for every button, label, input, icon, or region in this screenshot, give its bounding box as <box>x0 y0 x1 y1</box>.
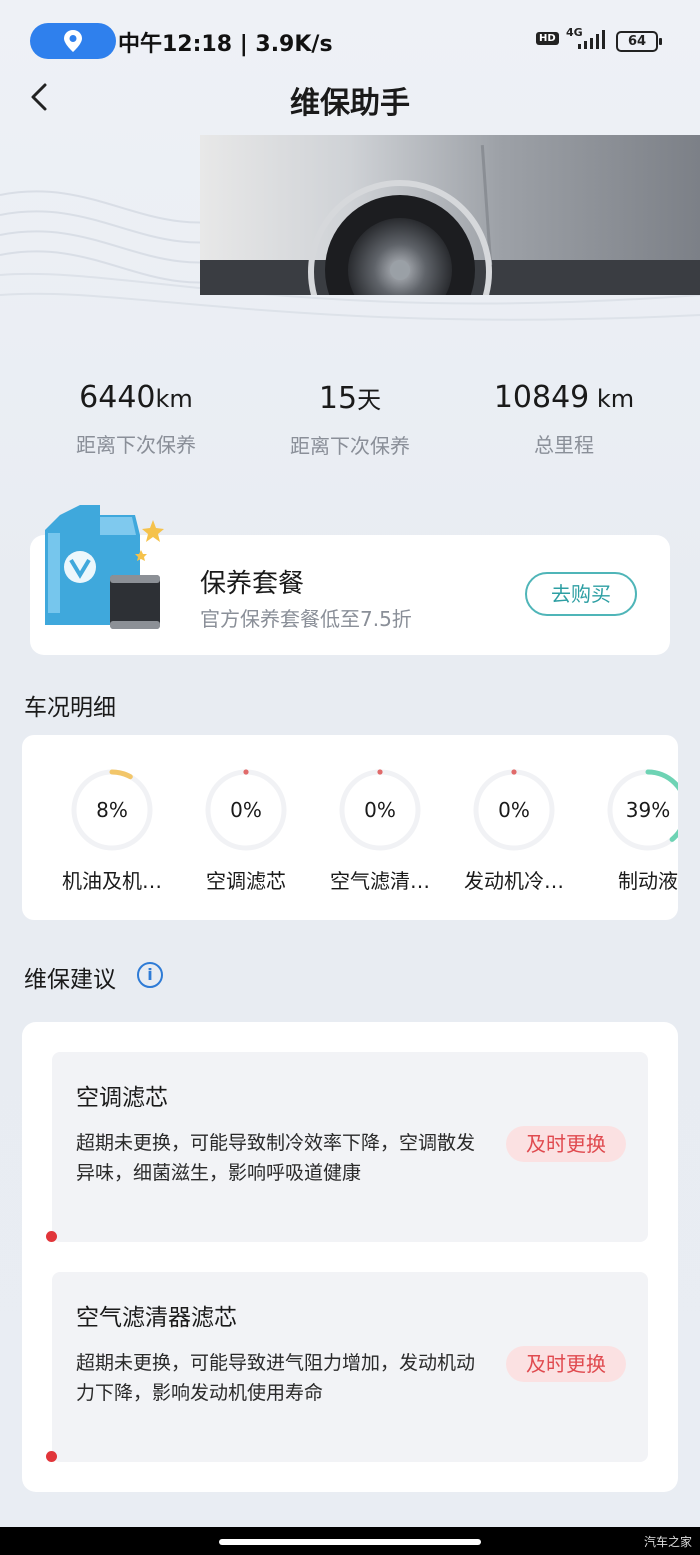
condition-section-title: 车况明细 <box>24 695 116 721</box>
suggestion-item[interactable]: 空调滤芯 超期未更换，可能导致制冷效率下降，空调散发异味，细菌滋生，影响呼吸道健… <box>46 1052 648 1242</box>
navigation-bar: 汽车之家 <box>0 1527 700 1555</box>
battery-icon: 64 <box>616 31 662 52</box>
stat-label: 距离下次保养 <box>290 434 410 458</box>
watermark: 汽车之家 <box>643 1535 692 1549</box>
gauge-percent: 39% <box>625 798 671 822</box>
status-time: 中午12:18 | 3.9K/s <box>118 32 333 57</box>
alert-dot <box>46 1231 57 1242</box>
replace-now-tag: 及时更换 <box>506 1126 626 1162</box>
gauge-label: 制动液 <box>618 869 678 893</box>
stat-total-mileage: 10849 km 总里程 <box>464 380 664 458</box>
gauge-percent: 0% <box>364 798 396 822</box>
hero-banner <box>0 135 700 325</box>
location-indicator <box>30 23 116 59</box>
signal-icon <box>578 30 605 49</box>
status-bar: 中午12:18 | 3.9K/s HD 4G 64 <box>0 0 700 80</box>
stat-unit: km <box>155 385 193 413</box>
replace-now-tag: 及时更换 <box>506 1346 626 1382</box>
gauge-progress <box>243 769 249 775</box>
stat-unit: 天 <box>357 386 382 414</box>
oil-can-icon <box>45 505 164 629</box>
gauge-progress <box>511 769 517 775</box>
stat-value: 10849 <box>493 380 590 415</box>
condition-gauge[interactable]: 8% 机油及机… <box>52 765 172 894</box>
stat-label: 距离下次保养 <box>76 433 196 457</box>
car-image <box>200 135 700 295</box>
gauge-percent: 0% <box>498 798 530 822</box>
condition-gauge[interactable]: 39% 制动液 <box>588 765 678 894</box>
stat-value: 15 <box>318 381 358 416</box>
condition-card[interactable]: 8% 机油及机… 0% 空调滤芯 0% 空气滤清… 0% 发动机冷… 39% 制动液 <box>22 735 678 920</box>
buy-button[interactable]: 去购买 <box>525 572 637 616</box>
suggestions-section-title: 维保建议 <box>24 967 116 993</box>
gauge-label: 空气滤清… <box>330 869 430 893</box>
condition-gauge[interactable]: 0% 空调滤芯 <box>186 765 306 894</box>
gauge-percent: 8% <box>96 798 128 822</box>
stat-label: 总里程 <box>534 433 594 457</box>
location-pin-icon <box>64 30 82 52</box>
package-title: 保养套餐 <box>200 569 305 599</box>
stat-next-service-distance: 6440km 距离下次保养 <box>36 380 236 458</box>
gauge-label: 发动机冷… <box>464 869 564 893</box>
condition-gauge[interactable]: 0% 空气滤清… <box>320 765 440 894</box>
alert-dot <box>46 1451 57 1462</box>
info-icon[interactable]: i <box>137 962 163 988</box>
hd-badge: HD <box>536 32 559 45</box>
stat-value: 6440 <box>79 380 156 415</box>
page-title: 维保助手 <box>290 86 410 121</box>
mileage-stats: 6440km 距离下次保养 15天 距离下次保养 10849 km 总里程 <box>0 380 700 470</box>
suggestion-description: 超期未更换，可能导致进气阻力增加，发动机动力下降，影响发动机使用寿命 <box>76 1352 476 1404</box>
stat-unit: km <box>589 385 635 413</box>
suggestions-card: 空调滤芯 超期未更换，可能导致制冷效率下降，空调散发异味，细菌滋生，影响呼吸道健… <box>22 1022 678 1492</box>
suggestion-description: 超期未更换，可能导致制冷效率下降，空调散发异味，细菌滋生，影响呼吸道健康 <box>76 1132 476 1184</box>
stat-next-service-days: 15天 距离下次保养 <box>250 380 450 459</box>
package-subtitle: 官方保养套餐低至7.5折 <box>200 607 412 631</box>
gauge-progress <box>377 769 383 775</box>
suggestion-title: 空气滤清器滤芯 <box>76 1305 237 1331</box>
home-indicator[interactable] <box>219 1539 481 1545</box>
gauge-label: 机油及机… <box>62 869 162 893</box>
suggestion-item[interactable]: 空气滤清器滤芯 超期未更换，可能导致进气阻力增加，发动机动力下降，影响发动机使用… <box>46 1272 648 1462</box>
condition-gauge[interactable]: 0% 发动机冷… <box>454 765 574 894</box>
gauge-label: 空调滤芯 <box>206 869 286 893</box>
gauge-percent: 0% <box>230 798 262 822</box>
suggestion-title: 空调滤芯 <box>76 1085 168 1111</box>
